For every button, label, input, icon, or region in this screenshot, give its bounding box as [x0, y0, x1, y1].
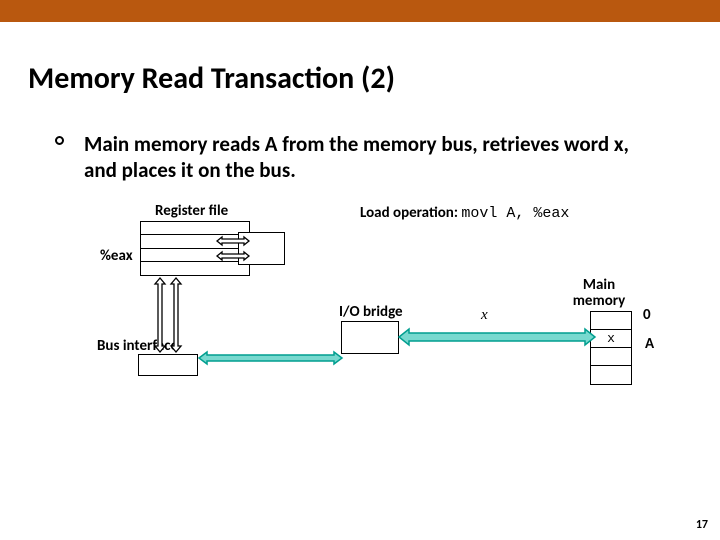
diagram-svg [0, 0, 720, 540]
page-number: 17 [696, 518, 708, 532]
